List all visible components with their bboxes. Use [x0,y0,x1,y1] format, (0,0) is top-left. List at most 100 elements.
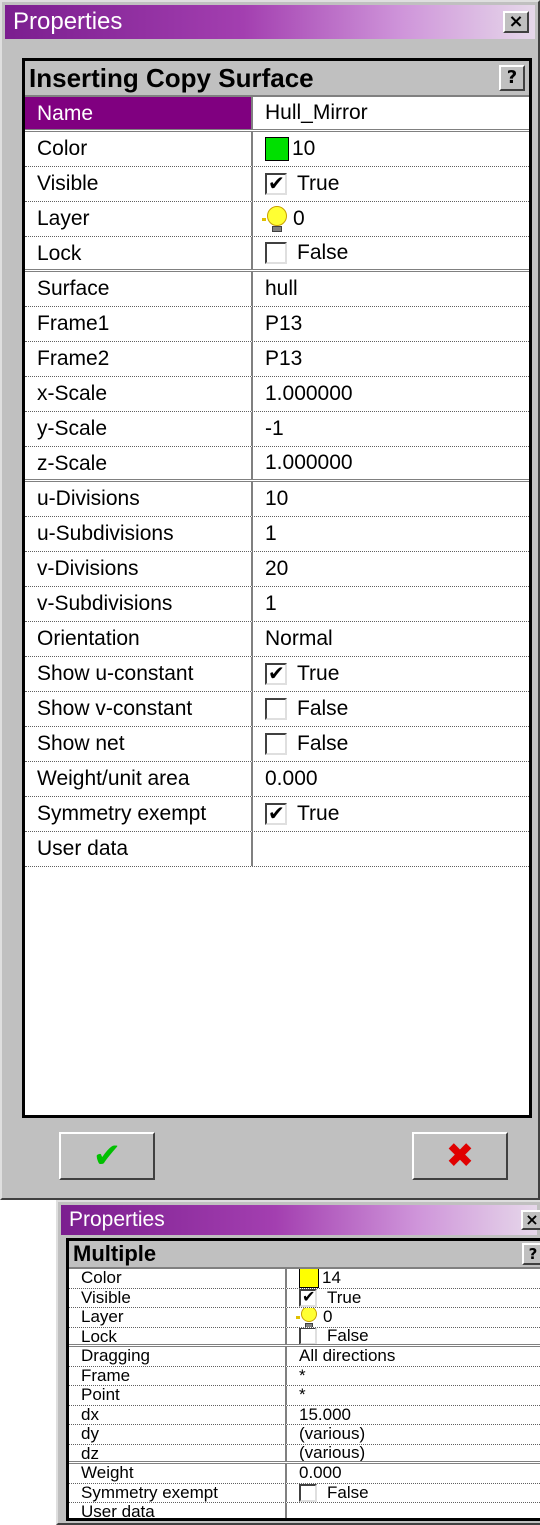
property-value[interactable]: 14 [287,1269,540,1288]
property-value[interactable]: (various) [287,1445,540,1462]
property-row-user-data[interactable]: User data [69,1503,540,1518]
property-row-symmetry-exempt[interactable]: Symmetry exempt True [25,797,529,832]
checkbox[interactable] [265,171,287,195]
property-name: x-Scale [25,377,253,411]
property-row-z-scale[interactable]: z-Scale 1.000000 [25,447,529,482]
property-value[interactable]: True [253,657,529,691]
property-value[interactable]: True [253,797,529,831]
property-value[interactable]: 1 [253,587,529,621]
property-value[interactable]: True [253,167,529,201]
checkbox[interactable] [265,661,287,685]
property-row-show-u-constant[interactable]: Show u-constant True [25,657,529,692]
property-value[interactable]: All directions [287,1347,540,1366]
property-row-orientation[interactable]: Orientation Normal [25,622,529,657]
property-row-surface[interactable]: Surface hull [25,272,529,307]
property-row-show-net[interactable]: Show net False [25,727,529,762]
property-value[interactable]: False [287,1327,540,1344]
property-value[interactable]: Normal [253,622,529,656]
property-row-frame[interactable]: Frame * [69,1366,540,1386]
checkbox[interactable] [265,733,287,755]
property-value[interactable]: * [287,1386,540,1405]
title-bar[interactable]: Properties × [5,5,535,39]
property-row-layer[interactable]: Layer 0 [25,202,529,237]
property-value[interactable]: False [253,237,529,269]
close-button[interactable]: × [521,1210,540,1230]
property-row-weight[interactable]: Weight 0.000 [69,1464,540,1484]
property-name: Visible [69,1288,287,1307]
property-row-frame2[interactable]: Frame2 P13 [25,342,529,377]
cancel-button[interactable]: ✖ [412,1132,508,1180]
property-row-name[interactable]: Name Hull_Mirror [25,97,529,132]
property-value[interactable]: 0.000 [287,1464,540,1483]
property-name: User data [69,1503,287,1518]
property-row-dx[interactable]: dx 15.000 [69,1405,540,1425]
property-value[interactable]: P13 [253,307,529,341]
property-value[interactable]: 0 [287,1308,540,1327]
property-value[interactable]: 10 [253,482,529,516]
ok-button[interactable]: ✔ [59,1132,155,1180]
property-value[interactable]: (various) [287,1425,540,1444]
property-row-weight-unit-area[interactable]: Weight/unit area 0.000 [25,762,529,797]
property-name: z-Scale [25,447,253,479]
property-value[interactable] [253,832,529,866]
property-value[interactable]: 0 [253,202,529,236]
property-row-symmetry-exempt[interactable]: Symmetry exempt False [69,1483,540,1503]
property-value[interactable]: False [253,727,529,761]
property-value[interactable]: 15.000 [287,1406,540,1425]
property-panel: Multiple ? Color 14 Visible True Layer 0 Lock F… [66,1238,540,1521]
property-value[interactable]: hull [253,272,529,306]
property-row-x-scale[interactable]: x-Scale 1.000000 [25,377,529,412]
property-row-frame1[interactable]: Frame1 P13 [25,307,529,342]
title-bar[interactable]: Properties × [61,1205,540,1235]
property-row-lock[interactable]: Lock False [25,237,529,272]
property-row-point[interactable]: Point * [69,1386,540,1406]
property-name: dx [69,1405,287,1424]
property-row-visible[interactable]: Visible True [25,167,529,202]
property-value[interactable]: P13 [253,342,529,376]
property-value[interactable]: False [287,1484,540,1503]
checkbox[interactable] [299,1289,317,1307]
property-value[interactable]: False [253,692,529,726]
property-value-text: 1 [265,592,277,615]
property-row-show-v-constant[interactable]: Show v-constant False [25,692,529,727]
checkbox[interactable] [299,1327,317,1344]
help-button[interactable]: ? [499,65,525,91]
property-value[interactable]: * [287,1367,540,1386]
property-value[interactable]: -1 [253,412,529,446]
property-row-color[interactable]: Color 14 [69,1269,540,1289]
property-value[interactable]: 0.000 [253,762,529,796]
property-value[interactable]: 1.000000 [253,447,529,479]
property-row-visible[interactable]: Visible True [69,1288,540,1308]
property-value[interactable]: 1.000000 [253,377,529,411]
property-row-dragging[interactable]: Dragging All directions [69,1347,540,1367]
property-value[interactable]: Hull_Mirror [253,97,529,129]
close-button[interactable]: × [503,11,529,33]
property-value[interactable]: 1 [253,517,529,551]
property-value[interactable]: 20 [253,552,529,586]
property-row-y-scale[interactable]: y-Scale -1 [25,412,529,447]
property-row-layer[interactable]: Layer 0 [69,1308,540,1328]
property-row-user-data[interactable]: User data [25,832,529,867]
help-button[interactable]: ? [522,1243,540,1265]
property-row-v-subdivisions[interactable]: v-Subdivisions 1 [25,587,529,622]
property-value-text: False [297,241,349,264]
property-name: Weight/unit area [25,762,253,796]
property-value[interactable]: True [287,1289,540,1308]
property-row-u-divisions[interactable]: u-Divisions 10 [25,482,529,517]
property-value[interactable]: 10 [253,132,529,166]
property-row-dz[interactable]: dz (various) [69,1444,540,1464]
help-icon: ? [528,1245,538,1263]
property-row-v-divisions[interactable]: v-Divisions 20 [25,552,529,587]
checkbox[interactable] [265,242,287,264]
property-row-u-subdivisions[interactable]: u-Subdivisions 1 [25,517,529,552]
property-row-lock[interactable]: Lock False [69,1327,540,1347]
checkbox[interactable] [299,1483,317,1502]
property-value[interactable] [287,1503,540,1518]
checkbox[interactable] [265,801,287,825]
property-row-dy[interactable]: dy (various) [69,1425,540,1445]
property-row-color[interactable]: Color 10 [25,132,529,167]
properties-window-main: Properties × Inserting Copy Surface ? Na… [0,0,540,1200]
checkbox[interactable] [265,698,287,720]
property-value-text: Normal [265,627,333,650]
property-name: User data [25,832,253,866]
